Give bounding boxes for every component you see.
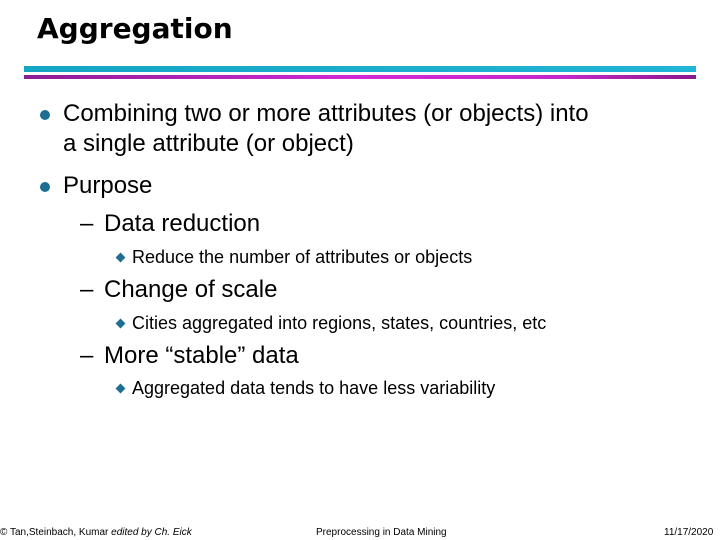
dash-icon: –: [80, 276, 94, 303]
footer-edited-by: edited by Ch. Eick: [111, 527, 192, 538]
bullet-text-cont: a single attribute (or object): [63, 130, 354, 157]
bullet-text: Combining two or more attributes (or obj…: [63, 100, 589, 127]
detail-text: Aggregated data tends to have less varia…: [132, 378, 496, 398]
diamond-bullet-icon: [115, 252, 126, 263]
bullet-text: Purpose: [63, 172, 153, 199]
footer-authors: © Tan,Steinbach, Kumar: [0, 527, 109, 538]
diamond-bullet-icon: [115, 383, 126, 394]
diamond-bullet-icon: [115, 318, 126, 329]
bullet-dot-icon: [40, 110, 50, 120]
footer-date: 11/17/2020: [664, 527, 714, 538]
detail-text: Cities aggregated into regions, states, …: [132, 313, 547, 333]
dash-icon: –: [80, 210, 94, 237]
detail-text: Reduce the number of attributes or objec…: [132, 247, 473, 267]
sub-point-text: More “stable” data: [104, 342, 299, 369]
sub-point-text: Data reduction: [104, 210, 261, 237]
footer-course: Preprocessing in Data Mining: [316, 527, 447, 538]
footer-copyright: © Tan,Steinbach, Kumar edited by Ch. Eic…: [0, 527, 192, 538]
title-rule-cyan: [24, 66, 696, 72]
sub-point-text: Change of scale: [104, 276, 278, 303]
slide-title: Aggregation: [37, 12, 233, 45]
bullet-dot-icon: [40, 182, 50, 192]
title-rule-magenta: [24, 75, 696, 79]
dash-icon: –: [80, 342, 94, 369]
